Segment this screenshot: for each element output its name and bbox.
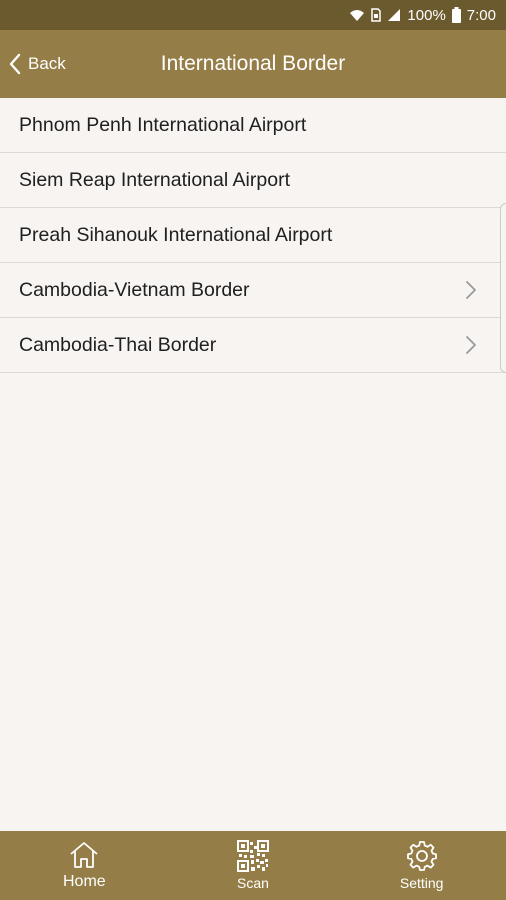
sim-icon <box>371 8 382 22</box>
back-label: Back <box>28 54 66 73</box>
edge-panel-handle[interactable] <box>500 203 506 373</box>
list-item-label: Preah Sihanouk International Airport <box>19 223 333 246</box>
page-title: International Border <box>160 52 346 75</box>
nav-scan-label: Scan <box>237 875 269 891</box>
list-item-preah-sihanouk-airport[interactable]: Preah Sihanouk International Airport <box>0 208 506 263</box>
chevron-left-icon <box>8 53 22 75</box>
chevron-right-icon <box>462 281 480 299</box>
list-item-label: Phnom Penh International Airport <box>19 113 307 136</box>
status-time: 7:00 <box>466 6 496 24</box>
back-button[interactable]: Back <box>8 30 66 98</box>
nav-setting[interactable]: Setting <box>337 831 506 900</box>
battery-icon <box>451 7 461 23</box>
list-item-label: Cambodia-Thai Border <box>19 333 217 356</box>
list-item-label: Siem Reap International Airport <box>19 168 290 191</box>
nav-scan[interactable]: Scan <box>169 831 338 900</box>
battery-level: 100% <box>407 6 446 24</box>
gear-icon <box>406 840 438 872</box>
qr-code-icon <box>237 840 269 872</box>
status-bar: 100% 7:00 <box>0 0 506 30</box>
list-item-siem-reap-airport[interactable]: Siem Reap International Airport <box>0 153 506 208</box>
list-item-phnom-penh-airport[interactable]: Phnom Penh International Airport <box>0 98 506 153</box>
list-item-label: Cambodia-Vietnam Border <box>19 278 250 301</box>
chevron-right-icon <box>462 336 480 354</box>
border-list: Phnom Penh International Airport Siem Re… <box>0 98 506 373</box>
list-item-cambodia-thai-border[interactable]: Cambodia-Thai Border <box>0 318 506 373</box>
nav-setting-label: Setting <box>399 875 444 891</box>
app-header: Back International Border <box>0 30 506 98</box>
nav-home[interactable]: Home <box>0 831 169 900</box>
home-icon <box>68 840 100 870</box>
wifi-icon <box>349 8 365 22</box>
list-item-cambodia-vietnam-border[interactable]: Cambodia-Vietnam Border <box>0 263 506 318</box>
nav-home-label: Home <box>62 873 106 890</box>
signal-icon <box>387 8 401 22</box>
bottom-nav: Home Scan Setting <box>0 831 506 900</box>
